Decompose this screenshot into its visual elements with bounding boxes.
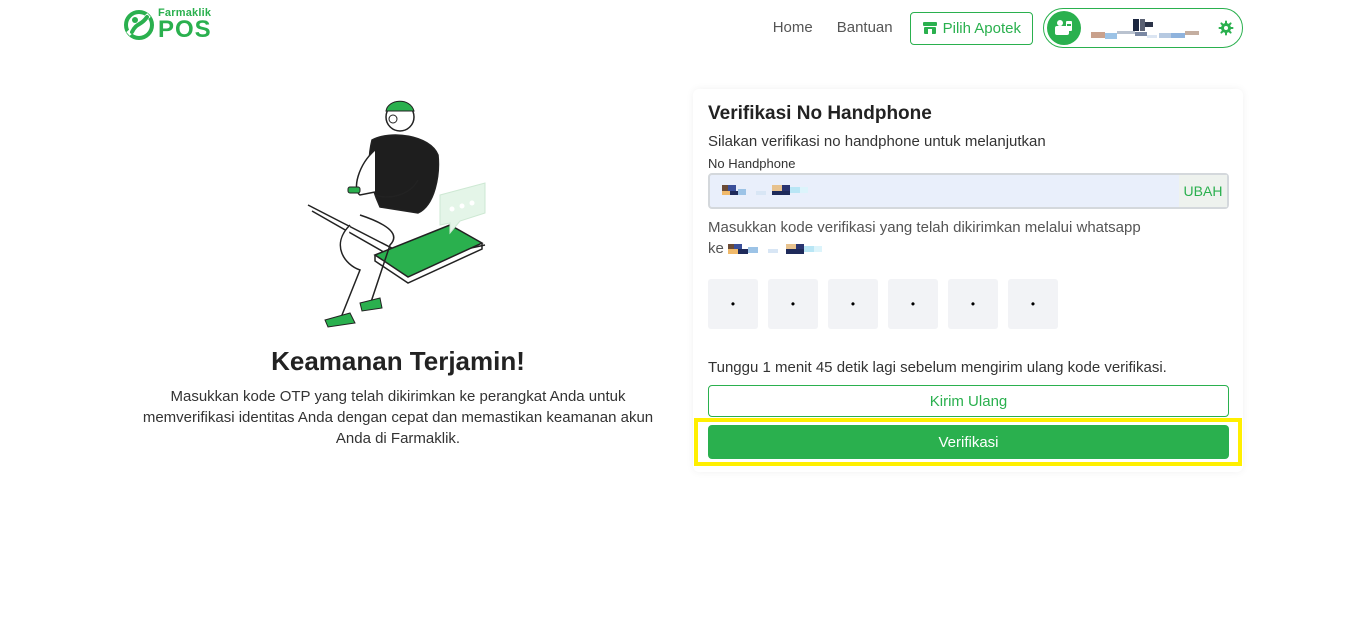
kirim-ulang-button[interactable]: Kirim Ulang (708, 385, 1229, 417)
user-name-masked (1091, 13, 1208, 43)
nav-home-link[interactable]: Home (773, 10, 813, 46)
logo-mark-icon (124, 10, 154, 40)
otp-digit-2[interactable]: • (768, 279, 818, 329)
phone-value-masked (722, 185, 822, 197)
phone-field-label: No Handphone (708, 156, 796, 171)
otp-input-row: • • • • • • (708, 279, 1068, 329)
otp-instruction: Masukkan kode verifikasi yang telah diki… (708, 217, 1188, 259)
otp-digit-5[interactable]: • (948, 279, 998, 329)
verification-card: Verifikasi No Handphone Silakan verifika… (693, 89, 1243, 472)
otp-digit-6[interactable]: • (1008, 279, 1058, 329)
phone-field[interactable]: UBAH (708, 173, 1229, 209)
otp-instruction-text: Masukkan kode verifikasi yang telah diki… (708, 219, 1141, 236)
phone-masked-inline (728, 244, 824, 255)
ubah-button[interactable]: UBAH (1179, 175, 1227, 207)
otp-digit-1[interactable]: • (708, 279, 758, 329)
gear-icon[interactable] (1218, 20, 1234, 36)
pilih-apotek-label: Pilih Apotek (942, 19, 1021, 37)
top-nav: Home Bantuan Pilih Apotek (773, 8, 1243, 48)
farmaklik-pos-logo[interactable]: Farmaklik POS (123, 8, 212, 42)
pilih-apotek-button[interactable]: Pilih Apotek (909, 11, 1033, 45)
otp-instruction-prefix: ke (708, 240, 724, 257)
user-menu[interactable] (1043, 8, 1243, 48)
verifikasi-button[interactable]: Verifikasi (708, 425, 1229, 459)
otp-digit-3[interactable]: • (828, 279, 878, 329)
logo-big-text: POS (158, 16, 212, 43)
card-title: Verifikasi No Handphone (708, 103, 932, 124)
otp-digit-4[interactable]: • (888, 279, 938, 329)
pharmacy-avatar-icon (1047, 11, 1081, 45)
person-with-phone-illustration (307, 100, 486, 328)
card-subtitle: Silakan verifikasi no handphone untuk me… (708, 133, 1046, 150)
resend-countdown-text: Tunggu 1 menit 45 detik lagi sebelum men… (708, 359, 1167, 376)
nav-bantuan-link[interactable]: Bantuan (837, 10, 893, 46)
hero-description: Masukkan kode OTP yang telah dikirimkan … (142, 388, 654, 447)
store-icon (922, 22, 937, 34)
hero-title: Keamanan Terjamin! (271, 346, 525, 376)
